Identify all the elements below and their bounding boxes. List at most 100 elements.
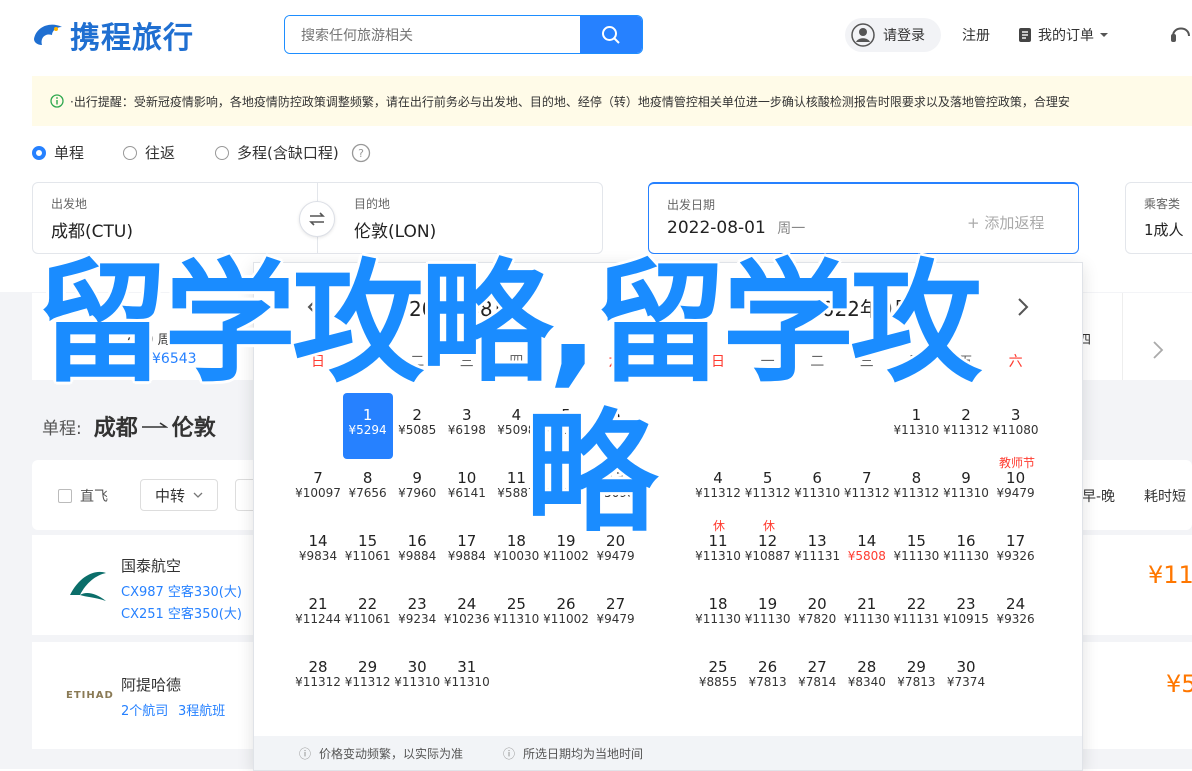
calendar-day[interactable]: 13 ¥11131: [792, 533, 842, 564]
calendar-day[interactable]: 5 ¥11312: [743, 470, 793, 501]
calendar-day[interactable]: 15 ¥11061: [343, 533, 393, 564]
my-orders-menu[interactable]: 我的订单: [1018, 25, 1108, 45]
day-number: 30: [956, 658, 976, 676]
info-icon: [50, 94, 64, 108]
chevron-right-icon[interactable]: [1152, 341, 1164, 359]
add-return-button[interactable]: + 添加返程: [967, 212, 1044, 233]
login-button[interactable]: 请登录: [845, 18, 941, 52]
calendar-day[interactable]: 11 ¥11310: [693, 533, 743, 564]
calendar-day[interactable]: 23 ¥10915: [941, 596, 991, 627]
trip-type-label: 往返: [145, 144, 176, 162]
calendar-day[interactable]: 26 ¥7813: [743, 659, 793, 690]
calendar-day[interactable]: 31 ¥11310: [442, 659, 492, 690]
transfer-dropdown[interactable]: 中转: [140, 479, 218, 511]
calendar-day[interactable]: 3 ¥6198: [442, 407, 492, 438]
day-price: ¥11002: [543, 612, 589, 626]
day-price: ¥11312: [295, 675, 341, 689]
calendar-day[interactable]: 30 ¥11310: [392, 659, 442, 690]
calendar-day[interactable]: 10 ¥9479: [991, 470, 1041, 501]
calendar-day[interactable]: 17 ¥9884: [442, 533, 492, 564]
register-link[interactable]: 注册: [962, 25, 990, 45]
calendar-day[interactable]: 26 ¥11002: [541, 596, 591, 627]
calendar-day[interactable]: 3 ¥11080: [991, 407, 1041, 438]
help-question-icon[interactable]: ?: [351, 143, 371, 163]
segments-count[interactable]: 3程航班: [178, 700, 225, 719]
calendar-day[interactable]: 7 ¥11312: [842, 470, 892, 501]
calendar-day[interactable]: 9 ¥11310: [941, 470, 991, 501]
day-number: 5: [762, 469, 773, 487]
swap-cities-button[interactable]: [299, 201, 335, 237]
trip-type-oneway[interactable]: 单程: [32, 142, 84, 163]
day-number: 17: [457, 532, 477, 550]
calendar-day[interactable]: 28 ¥11312: [293, 659, 343, 690]
day-price: ¥6141: [447, 486, 486, 500]
calendar-day[interactable]: 16 ¥11130: [941, 533, 991, 564]
calendar-day[interactable]: 27 ¥9479: [591, 596, 641, 627]
calendar-day[interactable]: 22 ¥11131: [891, 596, 941, 627]
day-price: ¥11061: [344, 549, 391, 563]
route-from: 成都: [93, 416, 138, 441]
calendar-day[interactable]: 6 ¥11310: [792, 470, 842, 501]
flight-number-1[interactable]: CX987 空客330(大): [121, 581, 242, 600]
calendar-day[interactable]: 2 ¥11312: [941, 407, 991, 438]
day-price: ¥11244: [295, 612, 341, 626]
day-number: 6: [812, 469, 822, 487]
calendar-day[interactable]: 9 ¥7960: [392, 470, 442, 501]
login-label: 请登录: [883, 28, 925, 44]
calendar-day[interactable]: 25 ¥11310: [491, 596, 541, 627]
calendar-day[interactable]: 22 ¥11061: [343, 596, 393, 627]
calendar-day[interactable]: 16 ¥9884: [392, 533, 442, 564]
calendar-day[interactable]: 24 ¥9326: [991, 596, 1041, 627]
calendar-day[interactable]: 20 ¥7820: [792, 596, 842, 627]
day-number: 7: [313, 469, 323, 487]
trip-type-roundtrip[interactable]: 往返: [123, 142, 175, 163]
departure-city-field[interactable]: 出发地 成都(CTU): [32, 182, 318, 254]
calendar-day[interactable]: 17 ¥9326: [991, 533, 1041, 564]
calendar-day[interactable]: 19 ¥11130: [743, 596, 793, 627]
departure-date-field[interactable]: 出发日期 2022-08-01 周一 + 添加返程: [648, 182, 1079, 254]
calendar-day[interactable]: 21 ¥11244: [293, 596, 343, 627]
calendar-day[interactable]: 14 ¥5808: [842, 533, 892, 564]
search-input[interactable]: [285, 16, 580, 53]
calendar-day[interactable]: 1 ¥5294: [342, 393, 393, 459]
calendar-day[interactable]: 25 ¥8855: [693, 659, 743, 690]
calendar-day[interactable]: 1 ¥11310: [891, 407, 941, 438]
calendar-day[interactable]: 30 ¥7374: [941, 659, 991, 690]
day-price: ¥10030: [493, 549, 540, 563]
calendar-day[interactable]: 2 ¥5085: [392, 407, 442, 438]
rest-day-tag: 休: [712, 519, 725, 533]
calendar-day[interactable]: 14 ¥9834: [293, 533, 343, 564]
passenger-field[interactable]: 乘客类 1成人: [1125, 182, 1192, 254]
calendar-day[interactable]: 12 ¥10887: [743, 533, 793, 564]
calendar-day[interactable]: 4 ¥11312: [693, 470, 743, 501]
route-arrow-icon: [141, 422, 168, 428]
day-number: 3: [1010, 406, 1021, 424]
sort-early-late[interactable]: 早-晚: [1082, 486, 1115, 506]
airlines-count[interactable]: 2个航司: [121, 700, 168, 719]
trip-type-multicity[interactable]: 多程(含缺口程) ?: [215, 142, 371, 163]
calendar-day[interactable]: 27 ¥7814: [792, 659, 842, 690]
day-price: ¥10915: [943, 612, 989, 626]
destination-city-field[interactable]: 目的地 伦敦(LON): [317, 182, 603, 254]
calendar-day[interactable]: 7 ¥10097: [293, 470, 343, 501]
search-button[interactable]: [580, 16, 642, 53]
destination-label: 目的地: [354, 197, 391, 211]
direct-filter[interactable]: 直飞: [58, 486, 108, 506]
calendar-day[interactable]: 8 ¥11312: [891, 470, 941, 501]
calendar-day[interactable]: 29 ¥11312: [343, 659, 393, 690]
customer-service-icon[interactable]: [1170, 22, 1192, 50]
calendar-day[interactable]: 24 ¥10236: [442, 596, 492, 627]
ctrip-logo[interactable]: 携程旅行: [30, 14, 194, 56]
calendar-day[interactable]: 21 ¥11130: [842, 596, 892, 627]
calendar-day[interactable]: 18 ¥11130: [693, 596, 743, 627]
flight-number-2[interactable]: CX251 空客350(大): [121, 603, 242, 622]
calendar-day[interactable]: 8 ¥7656: [343, 470, 393, 501]
calendar-day[interactable]: 10 ¥6141: [442, 470, 492, 501]
calendar-day[interactable]: 28 ¥8340: [842, 659, 892, 690]
calendar-day[interactable]: 29 ¥7813: [891, 659, 941, 690]
calendar-day[interactable]: 15 ¥11130: [891, 533, 941, 564]
chevron-right-icon[interactable]: [1016, 297, 1030, 317]
day-price: ¥7960: [398, 486, 437, 500]
calendar-day[interactable]: 23 ¥9234: [392, 596, 442, 627]
sort-duration[interactable]: 耗时短: [1144, 486, 1186, 506]
